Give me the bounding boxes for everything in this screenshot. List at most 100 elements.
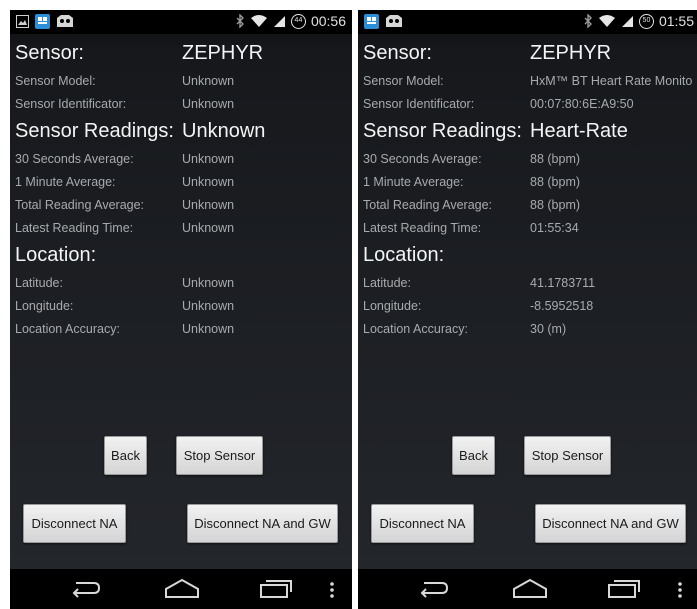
location-label: Location:	[363, 244, 445, 266]
phone-screen-left: 44 00:56 Sensor: ZEPHYR Sensor Model: Un…	[10, 10, 352, 609]
disconnect-na-button[interactable]: Disconnect NA	[23, 504, 126, 543]
accuracy-row: Location Accuracy: Unknown	[15, 322, 352, 344]
overflow-menu-icon[interactable]	[328, 581, 336, 599]
stop-sensor-button[interactable]: Stop Sensor	[524, 436, 611, 475]
latitude-label: Latitude:	[15, 276, 63, 290]
longitude-value: -8.5952518	[530, 299, 594, 313]
disconnect-na-button[interactable]: Disconnect NA	[371, 504, 474, 543]
sensor-value: ZEPHYR	[182, 42, 264, 64]
readings-heading: Sensor Readings: Unknown	[15, 120, 352, 143]
latest-time-row: Latest Reading Time: 01:55:34	[363, 221, 697, 243]
sensor-model-label: Sensor Model:	[15, 74, 96, 88]
back-nav-icon[interactable]	[68, 577, 102, 599]
home-nav-icon[interactable]	[163, 577, 201, 599]
bluetooth-icon	[236, 14, 244, 28]
sensor-model-value: Unknown	[182, 74, 235, 88]
sensor-id-label: Sensor Identificator:	[15, 97, 127, 111]
alarm-battery-badge: 44	[290, 13, 306, 29]
avg-1m-label: 1 Minute Average:	[363, 175, 464, 189]
total-avg-value: Unknown	[182, 198, 235, 212]
navigation-bar	[358, 569, 697, 609]
sensor-id-row: Sensor Identificator: Unknown	[15, 97, 352, 119]
signal-icon	[621, 16, 633, 27]
accuracy-label: Location Accuracy:	[363, 322, 468, 336]
avg-30s-row: 30 Seconds Average: Unknown	[15, 152, 352, 174]
app-notification-icon	[364, 14, 379, 29]
avg-1m-row: 1 Minute Average: 88 (bpm)	[363, 175, 697, 197]
cyanogen-mascot-icon	[386, 14, 402, 27]
sensor-label: Sensor:	[15, 42, 84, 64]
latitude-value: Unknown	[182, 276, 235, 290]
avg-30s-value: Unknown	[182, 152, 235, 166]
longitude-value: Unknown	[182, 299, 235, 313]
sensor-model-row: Sensor Model: Unknown	[15, 74, 352, 96]
stop-sensor-button[interactable]: Stop Sensor	[176, 436, 263, 475]
readings-label: Sensor Readings:	[15, 120, 174, 142]
sensor-model-row: Sensor Model: HxM™ BT Heart Rate Monito	[363, 74, 697, 96]
alarm-battery-badge: 50	[638, 13, 654, 29]
sensor-id-row: Sensor Identificator: 00:07:80:6E:A9:50	[363, 97, 697, 119]
longitude-row: Longitude: -8.5952518	[363, 299, 697, 321]
gallery-notification-icon	[16, 15, 29, 28]
back-button[interactable]: Back	[452, 436, 495, 475]
avg-30s-value: 88 (bpm)	[530, 152, 581, 166]
cyanogen-mascot-icon	[57, 14, 73, 27]
readings-value: Heart-Rate	[530, 120, 628, 142]
total-avg-row: Total Reading Average: 88 (bpm)	[363, 198, 697, 220]
latitude-row: Latitude: Unknown	[15, 276, 352, 298]
app-notification-icon	[35, 14, 50, 29]
overflow-menu-icon[interactable]	[676, 581, 684, 599]
disconnect-na-gw-button[interactable]: Disconnect NA and GW	[535, 504, 686, 543]
longitude-row: Longitude: Unknown	[15, 299, 352, 321]
total-avg-label: Total Reading Average:	[363, 198, 493, 212]
longitude-label: Longitude:	[363, 299, 422, 313]
location-label: Location:	[15, 244, 97, 266]
recent-apps-nav-icon[interactable]	[606, 577, 642, 599]
readings-heading: Sensor Readings: Heart-Rate	[363, 120, 697, 143]
clock-time: 01:55	[658, 13, 694, 29]
latest-time-label: Latest Reading Time:	[15, 221, 134, 235]
avg-30s-row: 30 Seconds Average: 88 (bpm)	[363, 152, 697, 174]
recent-apps-nav-icon[interactable]	[258, 577, 294, 599]
home-nav-icon[interactable]	[511, 577, 549, 599]
avg-30s-label: 30 Seconds Average:	[15, 152, 134, 166]
phone-screen-right: 50 01:55 Sensor: ZEPHYR Sensor Model: Hx…	[358, 10, 697, 609]
status-bar: 44 00:56	[10, 10, 352, 34]
navigation-bar	[10, 569, 352, 609]
location-heading: Location:	[363, 244, 697, 267]
sensor-id-value: 00:07:80:6E:A9:50	[530, 97, 634, 111]
status-bar: 50 01:55	[358, 10, 697, 34]
location-heading: Location:	[15, 244, 352, 267]
avg-1m-label: 1 Minute Average:	[15, 175, 116, 189]
longitude-label: Longitude:	[15, 299, 74, 313]
wifi-icon	[250, 15, 267, 27]
bluetooth-icon	[584, 14, 592, 28]
sensor-model-label: Sensor Model:	[363, 74, 444, 88]
total-avg-label: Total Reading Average:	[15, 198, 145, 212]
back-button[interactable]: Back	[104, 436, 147, 475]
avg-1m-value: 88 (bpm)	[530, 175, 581, 189]
latest-time-value: Unknown	[182, 221, 235, 235]
sensor-model-value: HxM™ BT Heart Rate Monito	[530, 74, 693, 88]
back-nav-icon[interactable]	[416, 577, 450, 599]
accuracy-row: Location Accuracy: 30 (m)	[363, 322, 697, 344]
sensor-label: Sensor:	[363, 42, 432, 64]
accuracy-value: Unknown	[182, 322, 235, 336]
sensor-id-label: Sensor Identificator:	[363, 97, 475, 111]
clock-time: 00:56	[310, 13, 346, 29]
latest-time-row: Latest Reading Time: Unknown	[15, 221, 352, 243]
wifi-icon	[598, 15, 615, 27]
latest-time-label: Latest Reading Time:	[363, 221, 482, 235]
sensor-heading: Sensor: ZEPHYR	[363, 42, 697, 65]
readings-value: Unknown	[182, 120, 266, 142]
disconnect-na-gw-button[interactable]: Disconnect NA and GW	[187, 504, 338, 543]
signal-icon	[273, 16, 285, 27]
accuracy-value: 30 (m)	[530, 322, 567, 336]
latitude-label: Latitude:	[363, 276, 411, 290]
sensor-id-value: Unknown	[182, 97, 235, 111]
latitude-row: Latitude: 41.1783711	[363, 276, 697, 298]
avg-1m-row: 1 Minute Average: Unknown	[15, 175, 352, 197]
avg-1m-value: Unknown	[182, 175, 235, 189]
readings-label: Sensor Readings:	[363, 120, 522, 142]
sensor-value: ZEPHYR	[530, 42, 612, 64]
